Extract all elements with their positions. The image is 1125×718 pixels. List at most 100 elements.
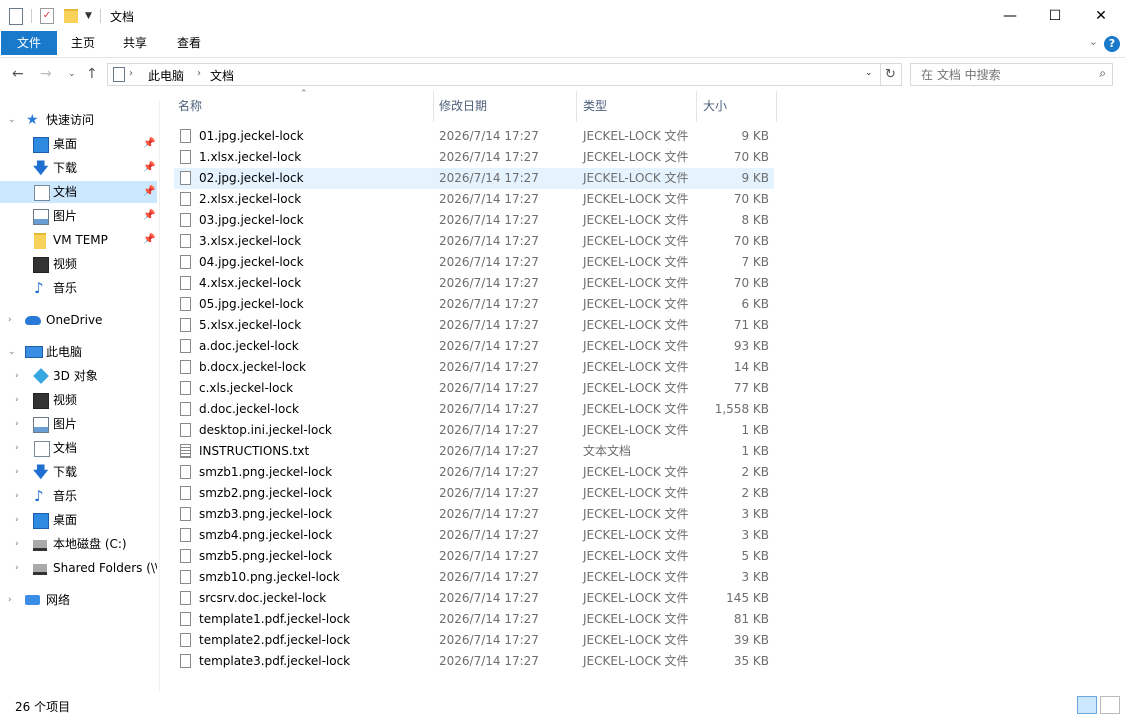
column-header-size[interactable]: 大小 bbox=[703, 91, 727, 122]
table-row[interactable]: 01.jpg.jeckel-lock 2026/7/14 17:27 JECKEL-… bbox=[174, 126, 774, 147]
new-folder-icon[interactable] bbox=[64, 9, 78, 23]
table-row[interactable]: 5.xlsx.jeckel-lock 2026/7/14 17:27 JECKEL-… bbox=[174, 315, 774, 336]
file-date-modified: 2026/7/14 17:27 bbox=[439, 192, 539, 206]
collapsed-chevron-icon[interactable]: › bbox=[15, 365, 19, 387]
close-button[interactable]: ✕ bbox=[1078, 0, 1124, 31]
minimize-button[interactable]: — bbox=[987, 0, 1033, 31]
tab-home[interactable]: 主页 bbox=[63, 31, 103, 55]
table-row[interactable]: smzb10.png.jeckel-lock 2026/7/14 17:27 JEC… bbox=[174, 567, 774, 588]
recent-locations-chevron-icon[interactable]: ⌄ bbox=[68, 69, 76, 79]
collapsed-chevron-icon[interactable]: › bbox=[15, 485, 19, 507]
table-row[interactable]: template3.pdf.jeckel-lock 2026/7/14 17:27… bbox=[174, 651, 774, 672]
back-arrow-icon[interactable]: ← bbox=[12, 66, 24, 82]
column-divider[interactable] bbox=[696, 91, 697, 122]
collapsed-chevron-icon[interactable]: › bbox=[15, 461, 19, 483]
table-row[interactable]: 05.jpg.jeckel-lock 2026/7/14 17:27 JECKEL-… bbox=[174, 294, 774, 315]
up-arrow-icon[interactable]: ↑ bbox=[86, 66, 98, 82]
collapsed-chevron-icon[interactable]: › bbox=[15, 557, 19, 579]
search-input[interactable] bbox=[919, 67, 1083, 83]
nav-item-downloads[interactable]: 🡇 下载 📌 bbox=[0, 157, 157, 179]
table-row[interactable]: smzb2.png.jeckel-lock 2026/7/14 17:27 JECK… bbox=[174, 483, 774, 504]
nav-item-desktop[interactable]: 桌面 📌 bbox=[0, 133, 157, 155]
table-row[interactable]: template2.pdf.jeckel-lock 2026/7/14 17:27… bbox=[174, 630, 774, 651]
table-row[interactable]: smzb4.png.jeckel-lock 2026/7/14 17:27 JECK… bbox=[174, 525, 774, 546]
document-properties-icon[interactable] bbox=[9, 7, 23, 25]
nav-item-local-disk-c[interactable]: › 本地磁盘 (C:) bbox=[0, 533, 157, 555]
collapsed-chevron-icon[interactable]: › bbox=[15, 437, 19, 459]
nav-onedrive[interactable]: › OneDrive bbox=[0, 309, 157, 331]
table-row[interactable]: 02.jpg.jeckel-lock 2026/7/14 17:27 JECKEL-… bbox=[174, 168, 774, 189]
table-row[interactable]: desktop.ini.jeckel-lock 2026/7/14 17:27 JE… bbox=[174, 420, 774, 441]
table-row[interactable]: 4.xlsx.jeckel-lock 2026/7/14 17:27 JECKEL-… bbox=[174, 273, 774, 294]
tab-file[interactable]: 文件 bbox=[1, 31, 57, 55]
collapsed-chevron-icon[interactable]: › bbox=[15, 413, 19, 435]
file-date-modified: 2026/7/14 17:27 bbox=[439, 423, 539, 437]
table-row[interactable]: smzb1.png.jeckel-lock 2026/7/14 17:27 JECK… bbox=[174, 462, 774, 483]
nav-this-pc[interactable]: ⌄ 此电脑 bbox=[0, 341, 157, 363]
maximize-button[interactable]: ☐ bbox=[1032, 0, 1078, 31]
table-row[interactable]: c.xls.jeckel-lock 2026/7/14 17:27 JECKEL-L… bbox=[174, 378, 774, 399]
table-row[interactable]: srcsrv.doc.jeckel-lock 2026/7/14 17:27 JEC… bbox=[174, 588, 774, 609]
nav-item-pc-desktop[interactable]: › 桌面 bbox=[0, 509, 157, 531]
table-row[interactable]: smzb3.png.jeckel-lock 2026/7/14 17:27 JECK… bbox=[174, 504, 774, 525]
nav-item-vm-temp[interactable]: VM TEMP 📌 bbox=[0, 229, 157, 251]
nav-item-pc-videos[interactable]: › 视频 bbox=[0, 389, 157, 411]
nav-item-music[interactable]: ♪ 音乐 bbox=[0, 277, 157, 299]
tab-share[interactable]: 共享 bbox=[115, 31, 155, 55]
column-divider[interactable] bbox=[776, 91, 777, 122]
table-row[interactable]: 04.jpg.jeckel-lock 2026/7/14 17:27 JECKEL-… bbox=[174, 252, 774, 273]
properties-check-icon[interactable]: ✓ bbox=[40, 8, 54, 24]
nav-item-videos[interactable]: 视频 bbox=[0, 253, 157, 275]
customize-toolbar-dropdown[interactable]: ▼ bbox=[85, 11, 92, 21]
column-divider[interactable] bbox=[576, 91, 577, 122]
table-row[interactable]: 03.jpg.jeckel-lock 2026/7/14 17:27 JECKEL-… bbox=[174, 210, 774, 231]
table-row[interactable]: 3.xlsx.jeckel-lock 2026/7/14 17:27 JECKEL-… bbox=[174, 231, 774, 252]
column-divider[interactable] bbox=[433, 91, 434, 122]
expand-ribbon-chevron-icon[interactable]: ⌄ bbox=[1089, 35, 1098, 48]
collapsed-chevron-icon[interactable]: › bbox=[8, 589, 12, 611]
file-date-modified: 2026/7/14 17:27 bbox=[439, 528, 539, 542]
column-header-date-modified[interactable]: 修改日期 bbox=[439, 91, 487, 122]
nav-item-pc-pictures[interactable]: › 图片 bbox=[0, 413, 157, 435]
nav-label: Shared Folders (\\ bbox=[53, 561, 157, 575]
collapsed-chevron-icon[interactable]: › bbox=[8, 309, 12, 331]
table-row[interactable]: 2.xlsx.jeckel-lock 2026/7/14 17:27 JECKEL-… bbox=[174, 189, 774, 210]
forward-arrow-icon[interactable]: → bbox=[40, 66, 52, 82]
column-header-type[interactable]: 类型 bbox=[583, 91, 607, 122]
breadcrumb-documents[interactable]: 文档 bbox=[210, 67, 234, 84]
refresh-icon[interactable]: ↻ bbox=[880, 63, 902, 86]
table-row[interactable]: template1.pdf.jeckel-lock 2026/7/14 17:27… bbox=[174, 609, 774, 630]
table-row[interactable]: INSTRUCTIONS.txt 2026/7/14 17:27 文本文档 1 KB bbox=[174, 441, 774, 462]
breadcrumb-this-pc[interactable]: 此电脑 bbox=[148, 67, 184, 84]
search-box[interactable]: ⌕ bbox=[910, 63, 1113, 86]
column-header-name[interactable]: 名称 bbox=[178, 91, 202, 122]
nav-item-pc-music[interactable]: › ♪ 音乐 bbox=[0, 485, 157, 507]
nav-item-shared-folders[interactable]: › Shared Folders (\\ bbox=[0, 557, 157, 579]
help-icon[interactable]: ? bbox=[1104, 36, 1120, 52]
nav-item-3d-objects[interactable]: › 3D 对象 bbox=[0, 365, 157, 387]
search-icon[interactable]: ⌕ bbox=[1099, 66, 1106, 81]
collapsed-chevron-icon[interactable]: › bbox=[15, 533, 19, 555]
nav-item-documents[interactable]: 文档 📌 bbox=[0, 181, 157, 203]
expanded-chevron-icon[interactable]: ⌄ bbox=[8, 109, 16, 131]
address-history-chevron-icon[interactable]: ⌄ bbox=[865, 68, 873, 78]
details-view-icon[interactable] bbox=[1077, 696, 1097, 714]
table-row[interactable]: smzb5.png.jeckel-lock 2026/7/14 17:27 JECK… bbox=[174, 546, 774, 567]
tab-view[interactable]: 查看 bbox=[169, 31, 209, 55]
expanded-chevron-icon[interactable]: ⌄ bbox=[8, 341, 16, 363]
nav-network[interactable]: › 网络 bbox=[0, 589, 157, 611]
large-icons-view-icon[interactable] bbox=[1100, 696, 1120, 714]
file-icon bbox=[180, 339, 191, 353]
nav-quick-access[interactable]: ⌄ ★ 快速访问 bbox=[0, 109, 157, 131]
nav-item-pictures[interactable]: 图片 📌 bbox=[0, 205, 157, 227]
nav-item-pc-downloads[interactable]: › 🡇 下载 bbox=[0, 461, 157, 483]
table-row[interactable]: a.doc.jeckel-lock 2026/7/14 17:27 JECKEL-L… bbox=[174, 336, 774, 357]
address-box[interactable]: › 此电脑 › 文档 ⌄ bbox=[107, 63, 881, 86]
nav-item-pc-documents[interactable]: › 文档 bbox=[0, 437, 157, 459]
table-row[interactable]: d.doc.jeckel-lock 2026/7/14 17:27 JECKEL-L… bbox=[174, 399, 774, 420]
collapsed-chevron-icon[interactable]: › bbox=[15, 389, 19, 411]
collapsed-chevron-icon[interactable]: › bbox=[15, 509, 19, 531]
table-row[interactable]: 1.xlsx.jeckel-lock 2026/7/14 17:27 JECKEL-… bbox=[174, 147, 774, 168]
file-list: ⌃ 名称 修改日期 类型 大小 01.jpg.jeckel-lock 2026/7… bbox=[160, 89, 1125, 691]
table-row[interactable]: b.docx.jeckel-lock 2026/7/14 17:27 JECKEL-… bbox=[174, 357, 774, 378]
